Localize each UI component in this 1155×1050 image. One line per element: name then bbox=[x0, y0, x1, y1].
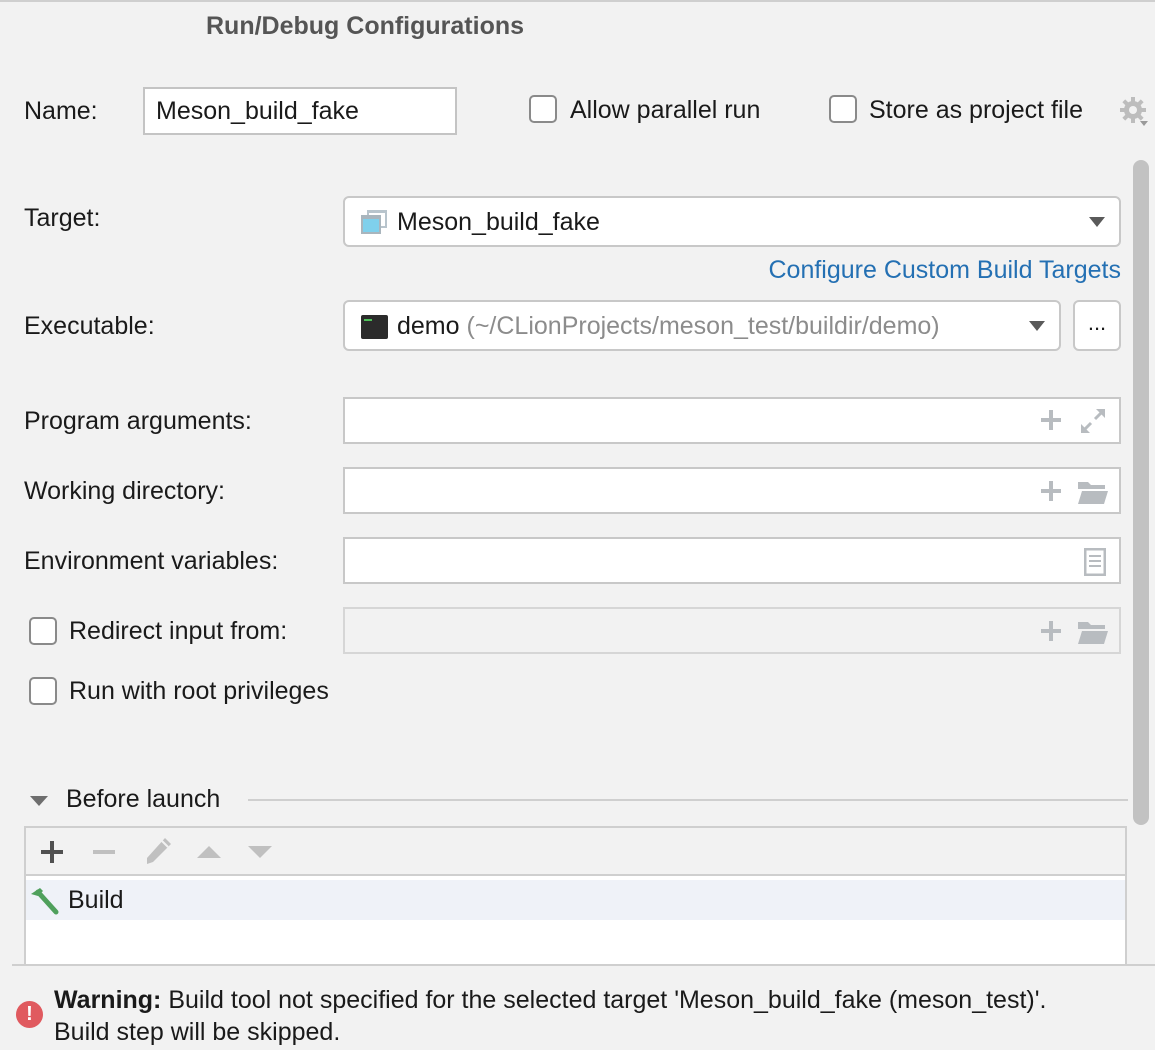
insert-macro-icon[interactable] bbox=[1041, 410, 1061, 430]
chevron-down-icon bbox=[1089, 217, 1105, 227]
move-up-icon bbox=[197, 846, 221, 858]
insert-macro-icon[interactable] bbox=[1041, 481, 1061, 501]
executable-label: Executable: bbox=[24, 312, 155, 340]
section-divider bbox=[248, 799, 1128, 801]
error-icon: ! bbox=[16, 1001, 43, 1028]
environment-variables-label: Environment variables: bbox=[24, 547, 279, 575]
gear-icon[interactable] bbox=[1118, 96, 1150, 128]
allow-parallel-label[interactable]: Allow parallel run bbox=[570, 96, 760, 125]
checkbox-box[interactable] bbox=[529, 95, 557, 123]
expand-icon[interactable] bbox=[1079, 407, 1107, 435]
document-icon[interactable] bbox=[1083, 547, 1107, 577]
target-value: Meson_build_fake bbox=[397, 208, 600, 236]
allow-parallel-checkbox[interactable] bbox=[529, 95, 557, 130]
environment-variables-input[interactable] bbox=[343, 537, 1121, 584]
remove-icon bbox=[92, 840, 116, 864]
hammer-icon bbox=[28, 886, 60, 916]
dialog-title: Run/Debug Configurations bbox=[206, 12, 525, 40]
top-border bbox=[0, 0, 1155, 2]
warning-prefix: Warning: bbox=[54, 986, 162, 1014]
checkbox-box[interactable] bbox=[29, 617, 57, 645]
browse-executable-button[interactable]: ... bbox=[1073, 300, 1121, 351]
root-privileges-checkbox[interactable] bbox=[29, 677, 57, 712]
redirect-input-field bbox=[343, 607, 1121, 654]
working-directory-input[interactable] bbox=[343, 467, 1121, 514]
target-combo[interactable]: Meson_build_fake bbox=[343, 196, 1121, 247]
edit-pencil-icon bbox=[143, 836, 173, 866]
executable-name: demo bbox=[397, 312, 460, 340]
before-launch-toolbar bbox=[26, 828, 1125, 876]
insert-macro-icon bbox=[1041, 621, 1061, 641]
program-arguments-input[interactable] bbox=[343, 397, 1121, 444]
before-launch-title[interactable]: Before launch bbox=[66, 785, 220, 814]
collapse-triangle-icon[interactable] bbox=[30, 796, 48, 806]
chevron-down-icon bbox=[1029, 321, 1045, 331]
store-project-checkbox[interactable] bbox=[829, 95, 857, 130]
add-icon[interactable] bbox=[40, 840, 64, 864]
window-icon bbox=[361, 210, 387, 234]
name-input[interactable]: Meson_build_fake bbox=[143, 87, 457, 135]
folder-icon[interactable] bbox=[1077, 480, 1109, 504]
terminal-icon bbox=[361, 315, 388, 339]
checkbox-box[interactable] bbox=[29, 677, 57, 705]
scrollbar-thumb[interactable] bbox=[1133, 160, 1149, 825]
program-arguments-label: Program arguments: bbox=[24, 407, 252, 435]
warning-message: Warning: Build tool not specified for th… bbox=[54, 984, 1054, 1048]
move-down-icon bbox=[248, 846, 272, 858]
working-directory-label: Working directory: bbox=[24, 477, 225, 505]
before-launch-item[interactable]: Build bbox=[26, 880, 1125, 920]
redirect-input-label[interactable]: Redirect input from: bbox=[69, 617, 287, 646]
root-privileges-label[interactable]: Run with root privileges bbox=[69, 677, 329, 706]
configure-custom-build-targets-link[interactable]: Configure Custom Build Targets bbox=[769, 256, 1122, 285]
executable-combo[interactable]: demo (~/CLionProjects/meson_test/buildir… bbox=[343, 300, 1061, 351]
before-launch-table: Build bbox=[24, 826, 1127, 966]
name-label: Name: bbox=[24, 97, 98, 125]
store-project-label[interactable]: Store as project file bbox=[869, 96, 1083, 125]
executable-value: demo (~/CLionProjects/meson_test/buildir… bbox=[397, 312, 940, 341]
folder-icon bbox=[1077, 620, 1109, 644]
before-launch-item-label: Build bbox=[68, 886, 124, 914]
bottom-divider bbox=[12, 964, 1155, 966]
checkbox-box[interactable] bbox=[829, 95, 857, 123]
redirect-input-checkbox[interactable] bbox=[29, 617, 57, 652]
executable-path: (~/CLionProjects/meson_test/buildir/demo… bbox=[466, 312, 940, 340]
warning-text: Build tool not specified for the selecte… bbox=[54, 986, 1047, 1046]
target-label: Target: bbox=[24, 204, 101, 232]
